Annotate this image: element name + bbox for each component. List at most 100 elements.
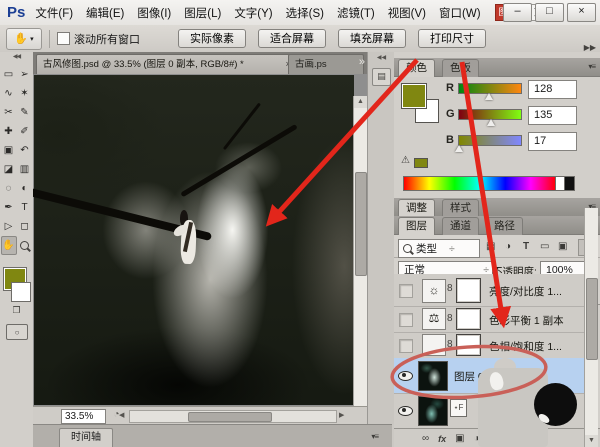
add-layer-mask-icon[interactable]: ▣ [455,433,464,444]
maximize-button[interactable]: □ [535,3,564,22]
horizontal-scrollbar[interactable] [129,410,337,423]
path-selection-tool[interactable]: ▷ [1,217,17,236]
green-slider-marker[interactable] [487,119,495,126]
menu-type[interactable]: 文字(Y) [234,5,272,21]
zoom-level-field[interactable]: 33.5% [61,409,106,424]
scroll-all-windows-checkbox[interactable] [57,32,70,45]
menu-edit[interactable]: 编辑(E) [86,5,124,21]
layer-row-hue-saturation[interactable]: 8 色相/饱和度 1... [394,332,584,359]
layer-name[interactable]: 色相/饱和度 1... [489,339,562,354]
red-channel-value[interactable]: 128 [528,80,577,99]
gamut-warning-icon[interactable]: ⚠ [401,155,410,166]
layer-filter-kind-select[interactable]: 类型 ÷ [398,239,480,258]
tab-layers[interactable]: 图层 [398,217,435,235]
filter-type-layers-icon[interactable]: T [523,241,529,252]
color-spectrum-ramp[interactable] [403,176,557,191]
tab-adjustments[interactable]: 调整 [398,199,435,217]
link-layers-icon[interactable]: ∞ [422,433,429,444]
filter-shape-layers-icon[interactable]: ▭ [540,241,549,252]
tab-paths[interactable]: 路径 [486,217,523,235]
eraser-tool[interactable]: ◪ [1,160,17,179]
rectangular-marquee-tool[interactable]: ▭ [1,65,17,84]
background-color-swatch[interactable] [11,282,31,302]
close-button[interactable]: × [567,3,596,22]
hand-tool[interactable]: ✋ [0,236,17,255]
healing-brush-tool[interactable]: ✚ [1,122,17,141]
visibility-eye-icon[interactable] [398,406,413,416]
scroll-down-icon[interactable]: ▼ [585,435,598,447]
expand-dock-icon[interactable]: ▶▶ [584,43,596,52]
scroll-left-icon[interactable]: ◀ [119,411,124,419]
filter-adjustment-layers-icon[interactable]: ◑ [505,241,511,252]
hand-tool-preset[interactable]: ✋ ▾ [6,27,42,50]
history-panel-icon[interactable]: ▤ [372,68,391,86]
tab-overflow-icon[interactable]: » [359,56,365,68]
layer-style-icon[interactable]: fx [438,434,446,444]
layer-mask-thumbnail[interactable] [456,334,481,356]
print-size-button[interactable]: 打印尺寸 [418,29,486,48]
layer-mask-thumbnail[interactable] [456,278,481,303]
pen-tool[interactable]: ✒ [1,198,17,217]
menu-window[interactable]: 窗口(W) [439,5,481,21]
canvas-area[interactable]: ▲ ▼ [33,74,367,406]
tab-timeline[interactable]: 时间轴 [59,428,113,447]
layer-name[interactable]: 色彩平衡 1 副本 [489,313,564,328]
visibility-toggle[interactable] [399,313,413,327]
tab-styles[interactable]: 样式 [442,199,479,217]
type-tool[interactable]: T [17,198,33,217]
spectrum-black-swatch[interactable] [564,176,575,191]
color-panel-foreground-swatch[interactable] [401,83,427,109]
gradient-tool[interactable]: ▥ [17,160,33,179]
visibility-eye-icon[interactable] [398,371,413,381]
menu-filter[interactable]: 滤镜(T) [337,5,375,21]
eyedropper-tool[interactable]: ✎ [17,103,33,122]
magic-wand-tool[interactable]: ✶ [17,84,33,103]
dodge-tool[interactable]: ◐ [17,179,33,198]
vertical-scrollbar[interactable]: ▲ ▼ [353,96,367,406]
scroll-right-icon[interactable]: ▶ [339,411,344,419]
lasso-tool[interactable]: ∿ [1,84,17,103]
red-slider-marker[interactable] [485,93,493,100]
gamut-warning-swatch[interactable] [414,158,428,168]
filter-pixel-layers-icon[interactable]: ▦ [486,241,495,252]
menu-select[interactable]: 选择(S) [286,5,324,21]
menu-view[interactable]: 视图(V) [388,5,426,21]
document-tab-active[interactable]: × 古风修图.psd @ 33.5% (图层 0 副本, RGB/8#) * [36,54,298,75]
blur-tool[interactable]: ◌ [1,179,17,198]
screen-mode-icon[interactable]: ❐ [0,305,33,316]
filter-smart-objects-icon[interactable]: ▣ [558,241,567,252]
shape-tool[interactable]: ◻ [17,217,33,236]
panel-menu-icon[interactable]: ▾≡ [588,62,596,71]
layer-row-brightness-contrast[interactable]: ☼ 8 亮度/对比度 1... [394,274,584,307]
layer-thumbnail[interactable] [418,361,448,391]
visibility-toggle[interactable] [399,284,413,298]
quick-mask-button[interactable]: ○ [6,324,28,340]
layer-row-color-balance[interactable]: ⚖ 8 色彩平衡 1 副本 [394,306,584,333]
clone-stamp-tool[interactable]: ▣ [1,141,17,160]
vertical-scroll-thumb[interactable] [355,172,367,276]
layer-thumbnail[interactable] [418,396,448,426]
menu-file[interactable]: 文件(F) [35,5,73,21]
horizontal-scroll-thumb[interactable] [188,412,272,422]
slice-tool[interactable]: ✂ [1,103,17,122]
canvas-image[interactable] [33,75,354,405]
actual-pixels-button[interactable]: 实际像素 [178,29,246,48]
blue-channel-value[interactable]: 17 [528,132,577,151]
zoom-tool[interactable] [17,236,33,255]
move-tool[interactable]: ➢ [17,65,33,84]
layers-scrollbar[interactable]: ▼ [584,208,598,447]
collapse-dock-icon[interactable]: ◀◀ [368,54,395,61]
minimize-button[interactable]: – [503,3,532,22]
tab-color[interactable]: 颜色 [398,59,435,77]
menu-image[interactable]: 图像(I) [137,5,171,21]
brush-tool[interactable]: ✐ [17,122,33,141]
layer-mask-thumbnail[interactable] [456,308,481,330]
fill-screen-button[interactable]: 填充屏幕 [338,29,406,48]
blue-channel-slider[interactable] [458,135,522,146]
scroll-up-icon[interactable]: ▲ [354,96,367,108]
blue-slider-marker[interactable] [455,145,463,152]
panel-menu-icon[interactable]: ▾≡ [371,432,379,441]
menu-layer[interactable]: 图层(L) [184,5,221,21]
green-channel-value[interactable]: 135 [528,106,577,125]
layer-name[interactable]: 亮度/对比度 1... [489,284,562,299]
